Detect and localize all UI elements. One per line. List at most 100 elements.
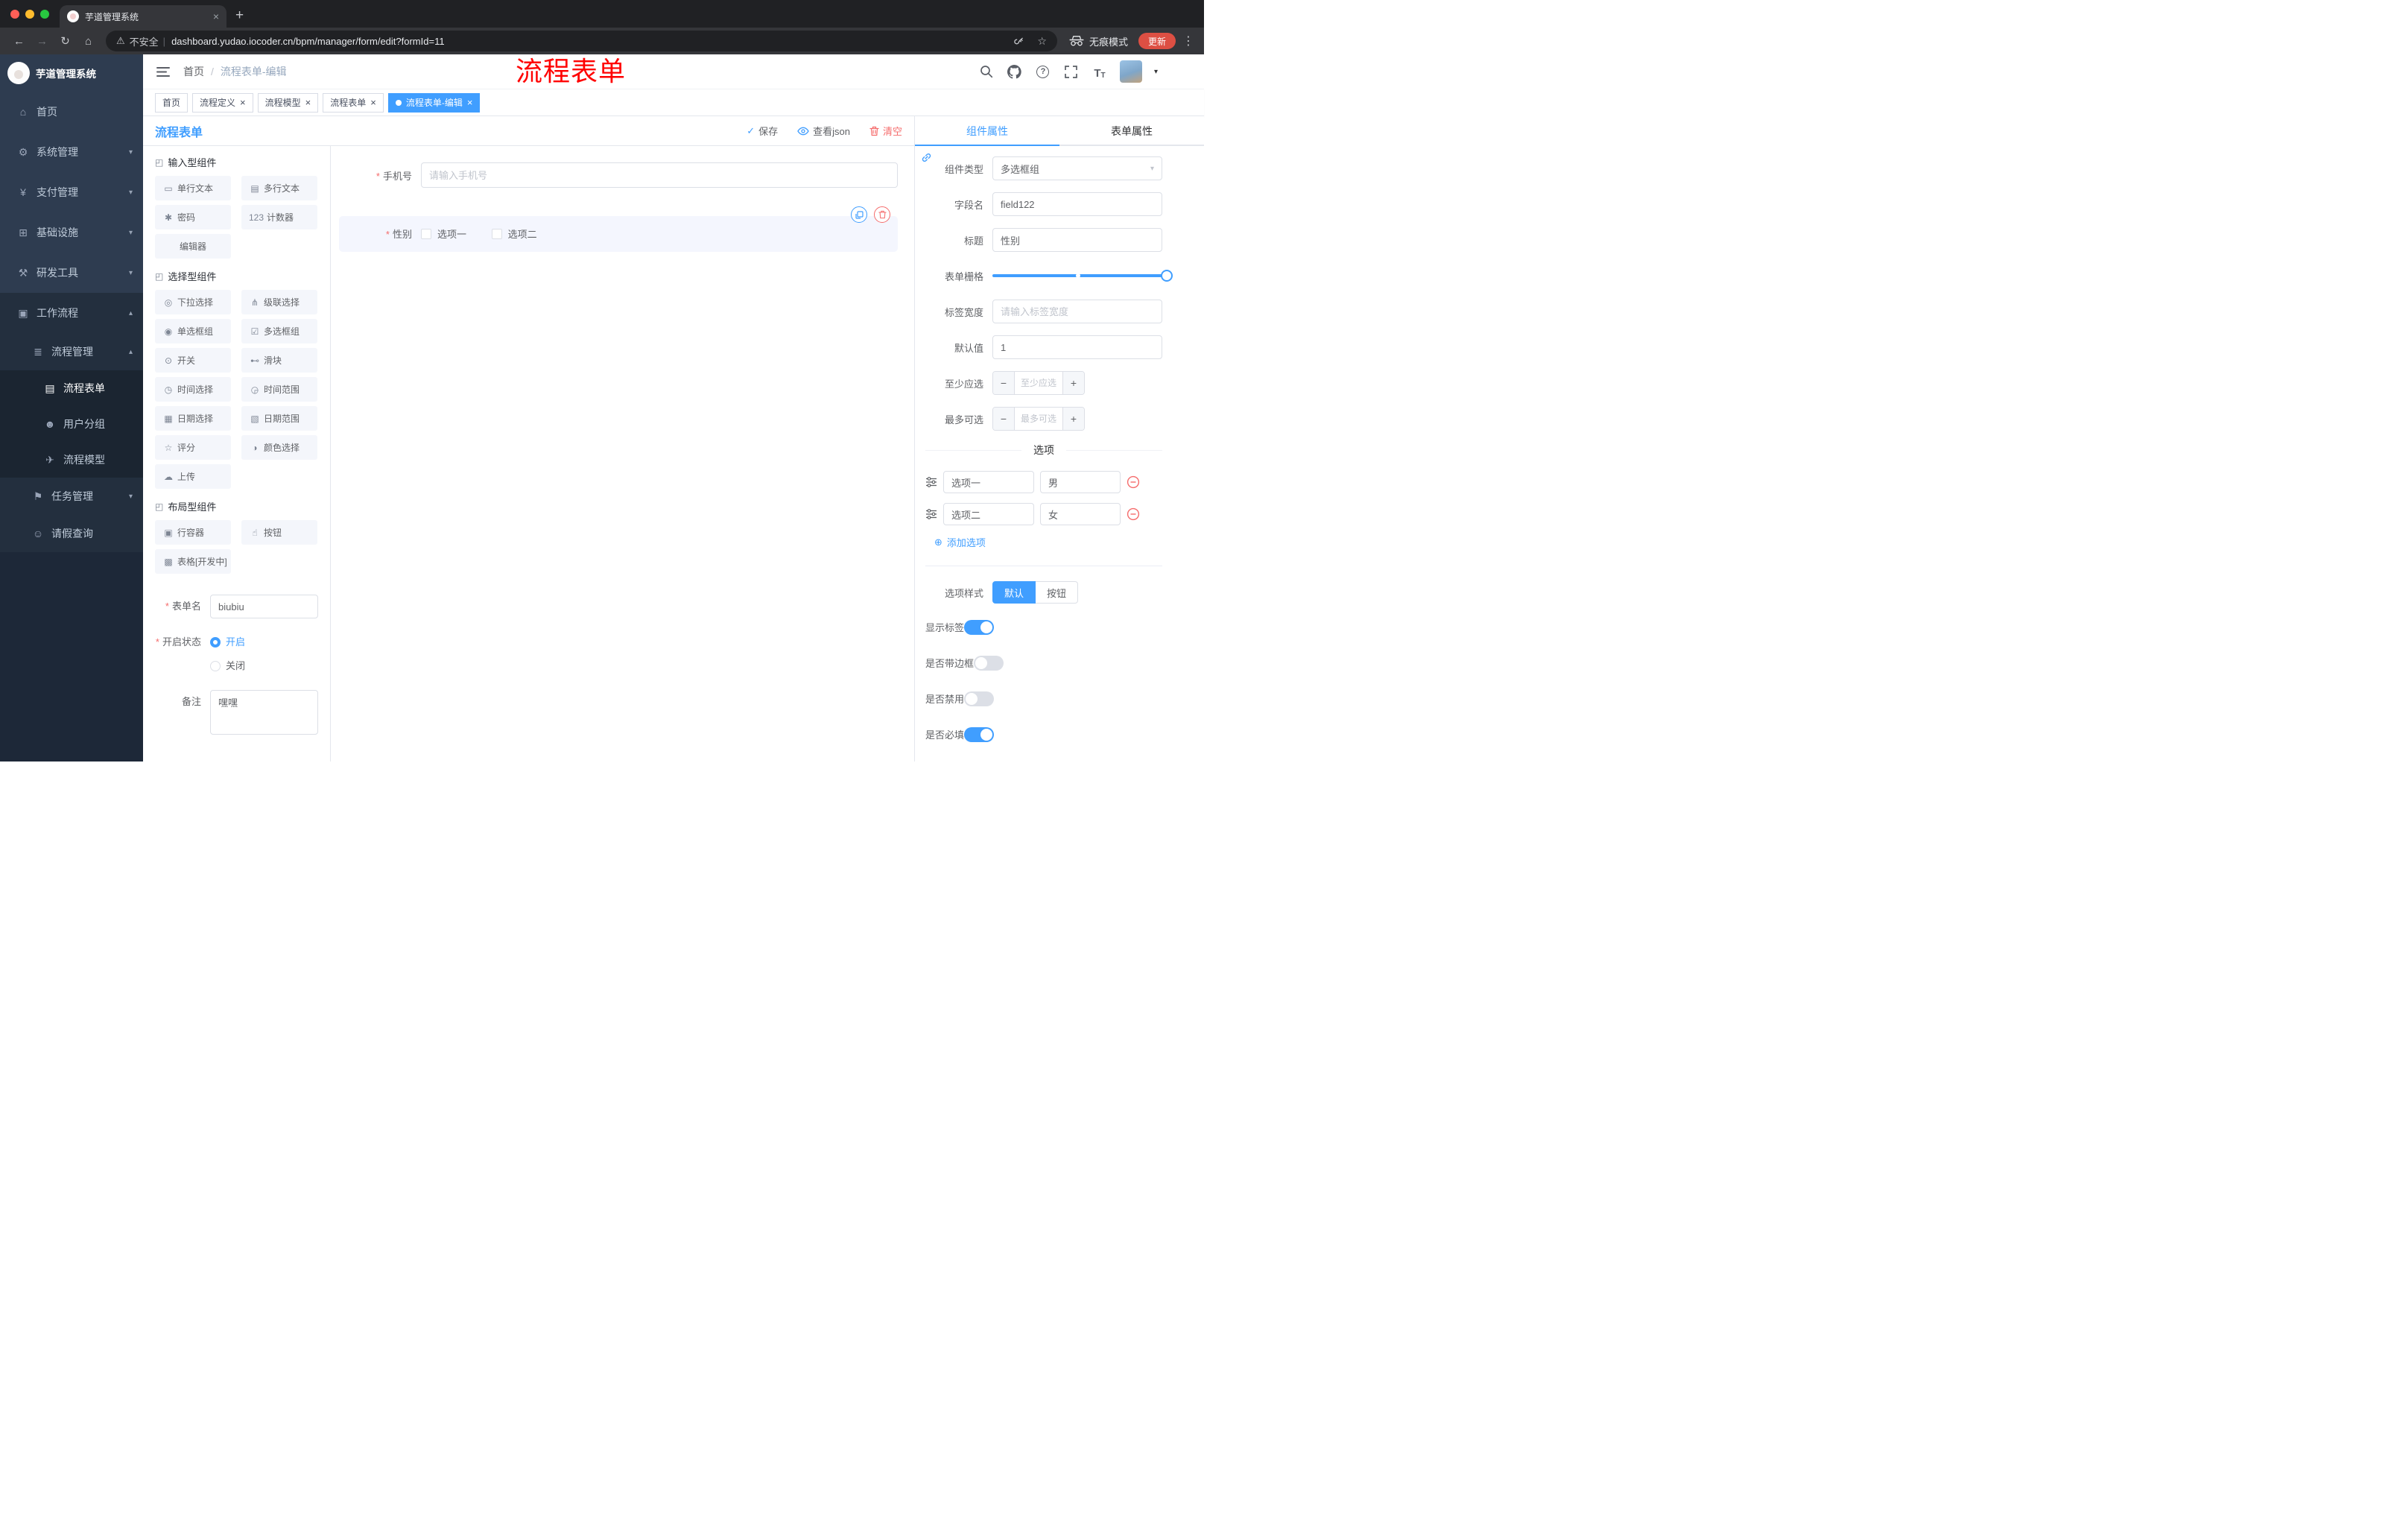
min-select-input[interactable] bbox=[1015, 372, 1062, 394]
sidebar-item[interactable]: ⚒ 研发工具 ▾ bbox=[0, 253, 143, 293]
sidebar-item[interactable]: ✈ 流程模型 bbox=[0, 442, 143, 478]
sidebar-item[interactable]: ☺ 请假查询 bbox=[0, 515, 143, 552]
palette-component[interactable]: ☆ 评分 bbox=[155, 435, 231, 460]
home-icon[interactable]: ⌂ bbox=[78, 35, 98, 48]
caret-down-icon[interactable]: ▾ bbox=[1154, 68, 1158, 76]
component-type-select[interactable]: 多选框组 ▾ bbox=[992, 156, 1162, 180]
palette-component[interactable]: ▧ 日期范围 bbox=[241, 406, 317, 431]
checkbox-option[interactable]: 选项二 bbox=[491, 227, 537, 241]
option-label-input[interactable] bbox=[943, 503, 1034, 525]
palette-component[interactable]: ▤ 多行文本 bbox=[241, 176, 317, 200]
close-window-button[interactable] bbox=[10, 10, 19, 19]
palette-component[interactable]: ◑ 颜色选择 bbox=[241, 435, 317, 460]
max-select-input[interactable] bbox=[1015, 408, 1062, 430]
palette-component[interactable]: ◷ 时间选择 bbox=[155, 377, 231, 402]
status-on-radio[interactable]: 开启 bbox=[210, 630, 245, 654]
sidebar-item[interactable]: ⌂ 首页 bbox=[0, 92, 143, 132]
remove-option-icon[interactable] bbox=[1127, 507, 1140, 521]
form-item-gender[interactable]: 性别 选项一 选项二 bbox=[339, 206, 898, 252]
view-json-button[interactable]: 查看json bbox=[797, 124, 850, 138]
clear-button[interactable]: 清空 bbox=[869, 124, 902, 138]
status-off-radio[interactable]: 关闭 bbox=[210, 654, 245, 678]
browser-menu-icon[interactable]: ⋮ bbox=[1182, 34, 1195, 48]
style-button-button[interactable]: 按钮 bbox=[1036, 581, 1079, 604]
checkbox[interactable] bbox=[421, 228, 431, 239]
minimize-window-button[interactable] bbox=[25, 10, 34, 19]
decrease-button[interactable]: − bbox=[993, 372, 1015, 394]
link-icon[interactable] bbox=[919, 151, 933, 164]
palette-component[interactable]: ▩ 表格[开发中] bbox=[155, 549, 231, 574]
browser-update-button[interactable]: 更新 bbox=[1138, 33, 1176, 49]
breadcrumb-home[interactable]: 首页 bbox=[183, 64, 204, 79]
close-tag-icon[interactable]: × bbox=[370, 98, 376, 107]
checkbox-option[interactable]: 选项一 bbox=[421, 227, 466, 241]
option-value-input[interactable] bbox=[1040, 471, 1121, 493]
form-grid-slider[interactable] bbox=[992, 264, 1173, 288]
add-option-button[interactable]: ⊕ 添加选项 bbox=[934, 535, 1162, 549]
sidebar-logo[interactable]: 芋道管理系统 bbox=[0, 54, 143, 92]
palette-component[interactable]: ⋔ 级联选择 bbox=[241, 290, 317, 314]
search-icon[interactable] bbox=[978, 63, 995, 80]
close-tab-icon[interactable]: × bbox=[213, 10, 219, 22]
key-icon[interactable] bbox=[1010, 33, 1027, 49]
back-icon[interactable]: ← bbox=[9, 35, 29, 48]
fullscreen-icon[interactable] bbox=[1063, 63, 1080, 80]
bookmark-star-icon[interactable]: ☆ bbox=[1037, 35, 1047, 48]
font-size-icon[interactable]: TT bbox=[1091, 63, 1108, 80]
toggle-switch[interactable] bbox=[964, 619, 995, 635]
tab-component-props[interactable]: 组件属性 bbox=[915, 116, 1059, 146]
increase-button[interactable]: + bbox=[1062, 408, 1084, 430]
toggle-switch[interactable] bbox=[964, 726, 995, 742]
palette-component[interactable]: ▣ 行容器 bbox=[155, 520, 231, 545]
sidebar-item[interactable]: ¥ 支付管理 ▾ bbox=[0, 172, 143, 212]
palette-component[interactable]: ☝ 按钮 bbox=[241, 520, 317, 545]
palette-component[interactable]: ◎ 下拉选择 bbox=[155, 290, 231, 314]
default-value-input[interactable] bbox=[992, 335, 1162, 359]
sidebar-item[interactable]: ☻ 用户分组 bbox=[0, 406, 143, 442]
palette-component[interactable]: ▦ 日期选择 bbox=[155, 406, 231, 431]
drag-handle-icon[interactable] bbox=[925, 476, 937, 488]
toggle-switch[interactable] bbox=[974, 655, 1004, 671]
page-tag[interactable]: 流程模型 × bbox=[257, 92, 319, 113]
sidebar-item[interactable]: ▤ 流程表单 bbox=[0, 370, 143, 406]
phone-input[interactable] bbox=[421, 162, 898, 188]
forward-icon[interactable]: → bbox=[32, 35, 52, 48]
palette-component[interactable]: ☑ 多选框组 bbox=[241, 319, 317, 343]
user-avatar[interactable] bbox=[1119, 60, 1142, 83]
palette-component[interactable]: ◶ 时间范围 bbox=[241, 377, 317, 402]
toggle-switch[interactable] bbox=[964, 691, 995, 706]
drag-handle-icon[interactable] bbox=[925, 508, 937, 520]
help-icon[interactable]: ? bbox=[1035, 63, 1051, 80]
save-button[interactable]: ✓ 保存 bbox=[747, 124, 778, 138]
title-input[interactable] bbox=[992, 228, 1162, 252]
option-label-input[interactable] bbox=[943, 471, 1034, 493]
close-tag-icon[interactable]: × bbox=[305, 98, 311, 107]
reload-icon[interactable]: ↻ bbox=[55, 34, 75, 48]
sidebar-item[interactable]: ▣ 工作流程 ▴ bbox=[0, 293, 143, 333]
security-chip[interactable]: ⚠ 不安全 | bbox=[116, 34, 165, 48]
new-tab-button[interactable]: + bbox=[235, 7, 244, 24]
url-input[interactable]: ⚠ 不安全 | dashboard.yudao.iocoder.cn/bpm/m… bbox=[106, 31, 1057, 51]
delete-component-button[interactable] bbox=[874, 206, 890, 223]
palette-component[interactable]: ▭ 单行文本 bbox=[155, 176, 231, 200]
palette-component[interactable]: ✱ 密码 bbox=[155, 205, 231, 229]
page-tag[interactable]: 流程定义 × bbox=[192, 92, 253, 113]
form-name-input[interactable] bbox=[210, 595, 318, 618]
palette-component[interactable]: 123 计数器 bbox=[241, 205, 317, 229]
sidebar-item[interactable]: ⚑ 任务管理 ▾ bbox=[0, 478, 143, 515]
zoom-window-button[interactable] bbox=[40, 10, 49, 19]
palette-component[interactable]: 编辑器 bbox=[155, 234, 231, 259]
page-tag[interactable]: 流程表单 × bbox=[323, 92, 384, 113]
sidebar-item[interactable]: ⊞ 基础设施 ▾ bbox=[0, 212, 143, 253]
palette-component[interactable]: ◉ 单选框组 bbox=[155, 319, 231, 343]
remove-option-icon[interactable] bbox=[1127, 475, 1140, 489]
palette-component[interactable]: ☁ 上传 bbox=[155, 464, 231, 489]
slider-handle[interactable] bbox=[1161, 270, 1173, 282]
sidebar-item[interactable]: ≣ 流程管理 ▴ bbox=[0, 333, 143, 370]
palette-component[interactable]: ⊷ 滑块 bbox=[241, 348, 317, 373]
style-default-button[interactable]: 默认 bbox=[992, 581, 1036, 604]
decrease-button[interactable]: − bbox=[993, 408, 1015, 430]
close-tag-icon[interactable]: × bbox=[467, 98, 473, 107]
page-tag[interactable]: 首页 bbox=[155, 92, 188, 113]
field-name-input[interactable] bbox=[992, 192, 1162, 216]
